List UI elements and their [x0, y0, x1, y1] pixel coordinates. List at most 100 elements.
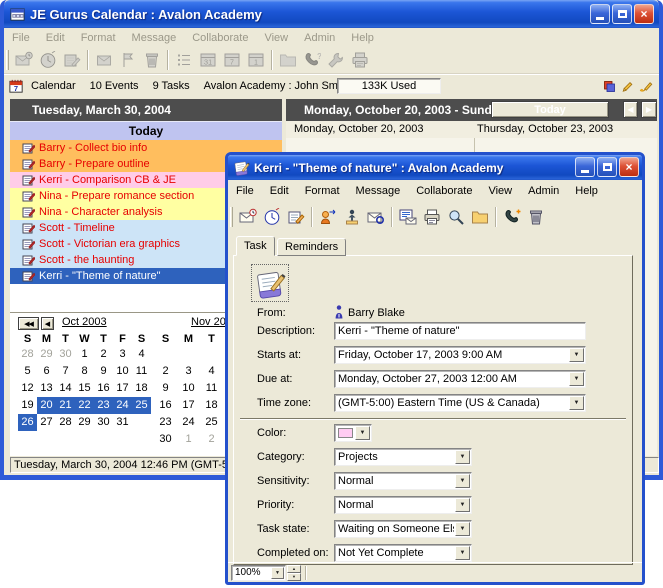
due-at-combo[interactable]: Monday, October 27, 2003 12:00 AM ▼: [334, 370, 586, 388]
signature-pen-icon[interactable]: [638, 79, 653, 94]
calendar-day[interactable]: 11: [132, 363, 151, 380]
color-combo[interactable]: ▼: [334, 424, 372, 442]
calendar-day[interactable]: 20: [37, 397, 56, 414]
menu-format[interactable]: Format: [297, 183, 348, 199]
calendar-day[interactable]: 15: [75, 380, 94, 397]
calendar-day[interactable]: 19: [18, 397, 37, 414]
chevron-down-icon[interactable]: ▼: [355, 426, 370, 440]
calendar-day[interactable]: 27: [37, 414, 56, 431]
calendar-day[interactable]: 26: [18, 414, 37, 431]
spinner-down-icon[interactable]: ▼: [287, 573, 301, 581]
calendar-day[interactable]: 23: [94, 397, 113, 414]
forward-icon[interactable]: [316, 205, 340, 229]
calendar-day[interactable]: 13: [37, 380, 56, 397]
calendar-day[interactable]: 30: [56, 346, 75, 363]
new-event-icon[interactable]: [236, 205, 260, 229]
tab-reminders[interactable]: Reminders: [277, 238, 346, 256]
minical-left-title[interactable]: Oct 2003: [62, 316, 107, 328]
calendar-day[interactable]: 28: [56, 414, 75, 431]
tab-task[interactable]: Task: [236, 236, 275, 256]
next-week-button[interactable]: ▶: [641, 101, 657, 118]
calendar-day[interactable]: 21: [56, 397, 75, 414]
menu-file[interactable]: File: [228, 183, 262, 199]
chevron-down-icon[interactable]: ▼: [569, 348, 584, 362]
menu-message[interactable]: Message: [124, 30, 185, 46]
chevron-down-icon[interactable]: ▼: [455, 450, 470, 464]
calendar-day[interactable]: 18: [132, 380, 151, 397]
calendar-day[interactable]: 29: [37, 346, 56, 363]
assign-icon[interactable]: [340, 205, 364, 229]
calendar-day[interactable]: 23: [154, 414, 177, 431]
calendar-day[interactable]: 30: [94, 414, 113, 431]
calendar-day[interactable]: 2: [200, 431, 223, 448]
menu-help[interactable]: Help: [343, 30, 382, 46]
chevron-down-icon[interactable]: ▼: [455, 498, 470, 512]
calendar-day[interactable]: 4: [200, 363, 223, 380]
calendar-day[interactable]: 5: [18, 363, 37, 380]
calendar-day[interactable]: 18: [200, 397, 223, 414]
completed-on-combo[interactable]: Not Yet Complete ▼: [334, 544, 472, 562]
calendar-day[interactable]: 29: [75, 414, 94, 431]
spinner-up-icon[interactable]: ▲: [287, 565, 301, 573]
calendar-day[interactable]: 22: [75, 397, 94, 414]
pencil-icon[interactable]: [620, 79, 635, 94]
menu-message[interactable]: Message: [348, 183, 409, 199]
calendar-day[interactable]: 10: [177, 380, 200, 397]
category-combo[interactable]: Projects ▼: [334, 448, 472, 466]
calendar-back-month-button[interactable]: ◀: [41, 317, 54, 330]
calendar-day[interactable]: 17: [113, 380, 132, 397]
calendar-day[interactable]: 3: [177, 363, 200, 380]
calendar-day[interactable]: 17: [177, 397, 200, 414]
zoom-spinner[interactable]: ▲ ▼: [287, 565, 301, 581]
call-icon[interactable]: [500, 205, 524, 229]
menu-collaborate[interactable]: Collaborate: [184, 30, 256, 46]
calendar-day[interactable]: 9: [154, 380, 177, 397]
print-icon[interactable]: [420, 205, 444, 229]
timezone-combo[interactable]: (GMT-5:00) Eastern Time (US & Canada) ▼: [334, 394, 586, 412]
calendar-day[interactable]: 31: [113, 414, 132, 431]
chevron-down-icon[interactable]: ▼: [455, 474, 470, 488]
calendar-day[interactable]: 1: [75, 346, 94, 363]
calendar-day[interactable]: 25: [132, 397, 151, 414]
find-icon[interactable]: [444, 205, 468, 229]
calendar-day[interactable]: 24: [113, 397, 132, 414]
chevron-down-icon[interactable]: ▼: [271, 567, 284, 579]
calendar-day[interactable]: 10: [113, 363, 132, 380]
menu-admin[interactable]: Admin: [520, 183, 567, 199]
calendar-day[interactable]: 12: [18, 380, 37, 397]
calendar-day[interactable]: 11: [200, 380, 223, 397]
menu-admin[interactable]: Admin: [296, 30, 343, 46]
calendar-day[interactable]: 2: [154, 363, 177, 380]
calendar-day[interactable]: 14: [56, 380, 75, 397]
priority-combo[interactable]: Normal ▼: [334, 496, 472, 514]
calendar-day[interactable]: 1: [177, 431, 200, 448]
calendar-day[interactable]: 24: [177, 414, 200, 431]
calendar-day[interactable]: 30: [154, 431, 177, 448]
menu-collaborate[interactable]: Collaborate: [408, 183, 480, 199]
calendar-day[interactable]: 6: [37, 363, 56, 380]
minimize-button[interactable]: [590, 4, 610, 24]
description-input[interactable]: Kerri - "Theme of nature": [334, 322, 586, 340]
calendar-day[interactable]: 16: [154, 397, 177, 414]
chevron-down-icon[interactable]: ▼: [569, 396, 584, 410]
menu-view[interactable]: View: [256, 30, 296, 46]
new-note-icon[interactable]: [284, 205, 308, 229]
calendar-day[interactable]: 7: [56, 363, 75, 380]
calendar-day[interactable]: 9: [94, 363, 113, 380]
chevron-down-icon[interactable]: ▼: [455, 522, 470, 536]
attach-icon[interactable]: [364, 205, 388, 229]
menu-help[interactable]: Help: [567, 183, 606, 199]
mail-list-icon[interactable]: [396, 205, 420, 229]
starts-at-combo[interactable]: Friday, October 17, 2003 9:00 AM ▼: [334, 346, 586, 364]
calendar-day[interactable]: 2: [94, 346, 113, 363]
new-task-icon[interactable]: [260, 205, 284, 229]
calendar-day[interactable]: 25: [200, 414, 223, 431]
zoom-level-combo[interactable]: 100% ▼: [231, 565, 286, 581]
calendar-back-year-button[interactable]: ◀◀: [18, 317, 39, 330]
close-button[interactable]: ×: [634, 4, 654, 24]
sensitivity-combo[interactable]: Normal ▼: [334, 472, 472, 490]
calendar-day[interactable]: 3: [113, 346, 132, 363]
menu-file[interactable]: File: [4, 30, 38, 46]
calendar-day[interactable]: 16: [94, 380, 113, 397]
delete-icon[interactable]: [524, 205, 548, 229]
